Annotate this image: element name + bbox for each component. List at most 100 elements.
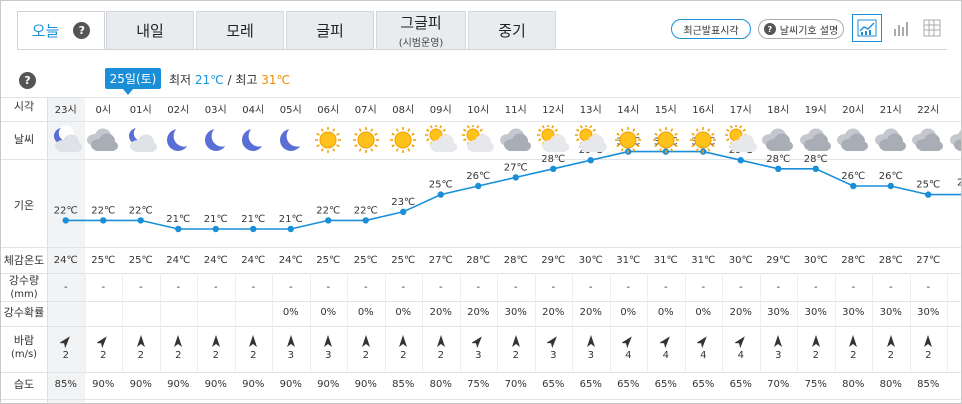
wind-direction-cell: [872, 334, 910, 348]
rain-amount-cell: -: [663, 282, 668, 293]
weather-cell: [347, 125, 385, 155]
temperature-label: 26℃: [879, 171, 903, 182]
temperature-point: [775, 165, 782, 172]
tab-label: 오늘: [31, 22, 60, 40]
tab-label-row: 글피: [316, 20, 344, 41]
wind-arrow-icon: [59, 336, 70, 348]
temperature-point: [925, 191, 932, 198]
humidity-cell: 85%: [392, 379, 415, 390]
wind-arrow-icon: [249, 335, 258, 347]
graph-view-button[interactable]: [852, 14, 882, 42]
wind-speed-cell: 3: [287, 350, 294, 361]
feels-like-cell: 28℃: [503, 255, 528, 266]
temperature-label: 28℃: [766, 154, 790, 165]
bar-view-icon: [894, 22, 908, 36]
help-icon[interactable]: ?: [19, 72, 36, 89]
rain-amount-cell: -: [738, 282, 743, 293]
humidity-cell: 75%: [804, 379, 827, 390]
cloud-icon: [837, 128, 869, 151]
rain-amount-cell: -: [776, 282, 781, 293]
hour-label: 11시: [504, 105, 527, 116]
rain-prob-cell: 30%: [504, 307, 527, 318]
temperature-label: 22℃: [354, 205, 378, 216]
hour-label: 23시: [54, 105, 77, 116]
wind-direction-cell: [197, 334, 235, 348]
weather-cell: [85, 125, 123, 155]
weather-cell: [47, 125, 85, 155]
wind-direction-cell: [422, 334, 460, 348]
rain-prob-cell: 30%: [842, 307, 865, 318]
rain-amount-cell: -: [213, 282, 218, 293]
min-max-summary: 최저 21℃ / 최고 31℃: [169, 71, 290, 88]
rain-prob-cell: 3: [947, 307, 961, 318]
rain-prob-cell: 0%: [282, 307, 299, 318]
weather-legend-button[interactable]: ? 날씨기호 설명: [758, 19, 844, 39]
wind-arrow-icon: [286, 335, 295, 347]
temperature-point: [100, 217, 107, 224]
wind-speed-cell: 2: [62, 350, 69, 361]
hour-label: 0시: [95, 105, 112, 116]
rain-amount-cell: -: [626, 282, 631, 293]
wind-direction-cell: [460, 334, 498, 348]
humidity-cell: 70%: [767, 379, 790, 390]
rain-amount-cell: -: [176, 282, 181, 293]
feels-like-cell: 28℃: [466, 255, 491, 266]
tab-4[interactable]: 그글피 (시범운영): [376, 11, 466, 50]
hour-label: 01시: [129, 105, 152, 116]
feels-like-cell: 30℃: [728, 255, 753, 266]
rain-amount-cell: -: [851, 282, 856, 293]
bar-view-button[interactable]: [886, 14, 916, 42]
tab-0[interactable]: 오늘?: [17, 11, 105, 50]
wind-speed-cell: 4: [662, 350, 669, 361]
wind-direction-cell: [85, 334, 123, 348]
rain-prob-cell: 30%: [804, 307, 827, 318]
temperature-label: 21℃: [166, 214, 190, 225]
weather-cell: [610, 125, 648, 155]
cloud-icon: [874, 128, 906, 151]
temperature-point: [62, 217, 69, 224]
tab-5[interactable]: 중기: [468, 11, 556, 50]
wind-arrow-icon: [97, 336, 108, 348]
rain-prob-cell: 0%: [357, 307, 374, 318]
humidity-cell: 85%: [54, 379, 77, 390]
wind-speed-cell: 2: [850, 350, 857, 361]
weather-cell: [760, 125, 798, 155]
wind-arrow-icon: [659, 336, 670, 348]
hour-label: 19시: [804, 105, 827, 116]
feels-like-cell: 25℃: [128, 255, 153, 266]
tab-2[interactable]: 모레: [196, 11, 284, 50]
hour-label: 2: [947, 101, 961, 112]
moon-cloud-icon: [53, 125, 82, 152]
weather-cell: [422, 125, 460, 155]
weather-cell: [460, 125, 498, 155]
cloud-icon: [499, 128, 531, 151]
weather-cell: [872, 125, 910, 155]
wind-speed-cell: 3: [325, 350, 332, 361]
temperature-label: 22℃: [54, 205, 78, 216]
humidity-cell: 90%: [317, 379, 340, 390]
weather-cell: [160, 125, 198, 155]
latest-release-button[interactable]: 최근발표시각: [671, 19, 751, 39]
tab-label-row: 오늘?: [32, 20, 91, 41]
table-view-button[interactable]: [917, 14, 947, 42]
humidity-cell: 70%: [504, 379, 527, 390]
tab-label-row: 모레: [226, 20, 254, 41]
graph-view-icon: [857, 19, 877, 37]
hour-label: 20시: [842, 105, 865, 116]
wind-arrow-icon: [586, 335, 595, 347]
wind-direction-cell: [722, 334, 760, 348]
weather-legend-label: 날씨기호 설명: [779, 25, 839, 37]
temperature-label: 21℃: [279, 214, 303, 225]
temperature-point: [250, 225, 257, 233]
temperature-point: [400, 208, 407, 215]
tab-1[interactable]: 내일: [106, 11, 194, 50]
rain-amount-cell: -: [551, 282, 556, 293]
hour-label: 04시: [242, 105, 265, 116]
rain-prob-cell: 20%: [429, 307, 452, 318]
feels-like-cell: 24℃: [53, 255, 78, 266]
wind-speed-cell: 2: [362, 350, 369, 361]
temperature-label: 26℃: [841, 171, 865, 182]
tab-3[interactable]: 글피: [286, 11, 374, 50]
question-icon[interactable]: ?: [73, 22, 91, 39]
wind-direction-cell: [647, 334, 685, 348]
